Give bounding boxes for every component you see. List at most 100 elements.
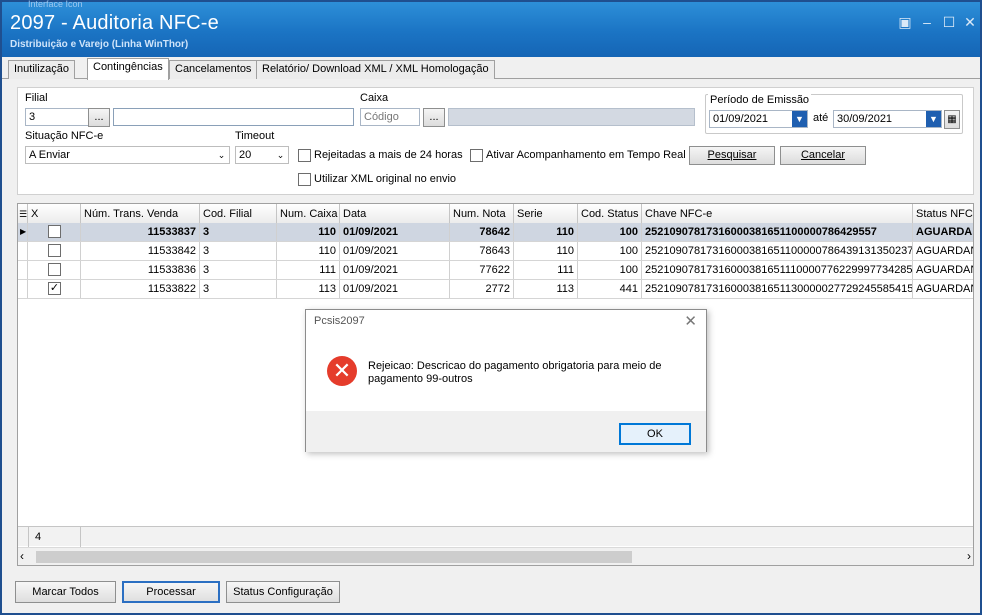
caixa-label: Caixa — [360, 92, 389, 104]
row-select-cell[interactable]: ✓ — [28, 280, 81, 298]
date-to-value: 30/09/2021 — [837, 113, 893, 125]
horizontal-scrollbar[interactable]: ‹ › — [18, 547, 973, 565]
rejeitadas-checkbox[interactable] — [298, 149, 311, 162]
tab-contingencias[interactable]: Contingências — [87, 58, 169, 80]
timeout-value: 20 — [239, 149, 252, 161]
row-checkbox-checked[interactable]: ✓ — [48, 282, 61, 295]
cell-status-nfce: AGUARDAN — [913, 261, 973, 279]
cell-num-nota: 78643 — [450, 242, 514, 260]
marcar-todos-button[interactable]: Marcar Todos — [15, 581, 116, 603]
date-to-dropdown-icon[interactable]: ▼ — [926, 111, 941, 127]
close-icon[interactable]: ✕ — [962, 14, 978, 30]
status-configuracao-button[interactable]: Status Configuração — [226, 581, 340, 603]
row-checkbox[interactable] — [48, 244, 61, 257]
header-num-nota[interactable]: Num. Nota — [450, 204, 514, 224]
tab-cancelamentos[interactable]: Cancelamentos — [169, 60, 258, 79]
restore-icon[interactable]: ▣ — [897, 14, 913, 30]
row-select-cell[interactable] — [28, 242, 81, 260]
cell-num-nota: 2772 — [450, 280, 514, 298]
minimize-icon[interactable]: – — [919, 14, 935, 30]
rejeitadas-label: Rejeitadas a mais de 24 horas — [314, 149, 463, 161]
caixa-browse-button[interactable]: ... — [423, 108, 445, 127]
cell-data: 01/09/2021 — [340, 261, 450, 279]
row-select-cell[interactable] — [28, 261, 81, 279]
cell-data: 01/09/2021 — [340, 280, 450, 298]
cell-trans-venda: 11533822 — [81, 280, 200, 298]
cell-serie: 110 — [514, 242, 578, 260]
cell-trans-venda: 11533836 — [81, 261, 200, 279]
cell-chave-nfce: 2521090781731600038165113000002772924558… — [642, 280, 913, 298]
window-subtitle: Distribuição e Varejo (Linha WinThor) — [10, 39, 189, 50]
header-trans-venda[interactable]: Núm. Trans. Venda — [81, 204, 200, 224]
ok-button[interactable]: OK — [619, 423, 691, 445]
situacao-chevron-down-icon: ⌄ — [217, 150, 226, 160]
grid-header: ☰ X Núm. Trans. Venda Cod. Filial Num. C… — [18, 204, 973, 224]
cell-serie: 111 — [514, 261, 578, 279]
cell-num-caixa: 110 — [277, 242, 340, 260]
table-row[interactable]: ▶ 11533837 3 110 01/09/2021 78642 110 10… — [18, 223, 973, 242]
header-status-nfce[interactable]: Status NFC- — [913, 204, 973, 224]
cell-data: 01/09/2021 — [340, 242, 450, 260]
cell-serie: 110 — [514, 223, 578, 241]
cell-trans-venda: 11533842 — [81, 242, 200, 260]
header-chave-nfce[interactable]: Chave NFC-e — [642, 204, 913, 224]
cancelar-button[interactable]: Cancelar — [780, 146, 866, 165]
scroll-right-icon[interactable]: › — [967, 550, 971, 563]
row-count: 4 — [28, 527, 81, 547]
row-checkbox[interactable] — [48, 263, 61, 276]
filial-browse-button[interactable]: ... — [88, 108, 110, 127]
situacao-label: Situação NFC-e — [25, 130, 104, 142]
header-num-caixa[interactable]: Num. Caixa — [277, 204, 340, 224]
scroll-left-icon[interactable]: ‹ — [20, 550, 24, 563]
timeout-select[interactable]: 20 ⌄ — [235, 146, 289, 164]
filter-panel: Filial 3 ... Caixa Código ... Período de… — [17, 87, 974, 195]
ate-label: até — [813, 112, 829, 124]
dialog-close-icon[interactable]: ✕ — [684, 312, 697, 330]
cell-cod-status: 100 — [578, 242, 642, 260]
row-indicator-cell — [18, 242, 28, 260]
scrollbar-thumb[interactable] — [36, 551, 632, 563]
cell-chave-nfce: 25210907817316000381651100000786429557 — [642, 223, 913, 241]
table-row[interactable]: 11533842 3 110 01/09/2021 78643 110 100 … — [18, 242, 973, 261]
row-indicator-cell — [18, 261, 28, 279]
maximize-icon[interactable]: ☐ — [941, 14, 957, 30]
cell-serie: 113 — [514, 280, 578, 298]
timeout-chevron-down-icon: ⌄ — [276, 150, 285, 160]
periodo-label: Período de Emissão — [708, 94, 812, 106]
cell-num-nota: 77622 — [450, 261, 514, 279]
date-to-input[interactable]: 30/09/2021 ▼ — [833, 110, 942, 128]
timeout-label: Timeout — [235, 130, 275, 142]
row-checkbox[interactable] — [48, 225, 61, 238]
date-from-dropdown-icon[interactable]: ▼ — [792, 111, 807, 127]
cell-chave-nfce: 2521090781731600038165110000078643913135… — [642, 242, 913, 260]
cell-cod-filial: 3 — [200, 261, 277, 279]
pesquisar-button[interactable]: Pesquisar — [689, 146, 775, 165]
filial-label: Filial — [25, 92, 48, 104]
cell-num-nota: 78642 — [450, 223, 514, 241]
header-serie[interactable]: Serie — [514, 204, 578, 224]
column-chooser-icon[interactable]: ☰ — [18, 204, 28, 224]
header-x[interactable]: X — [28, 204, 81, 224]
xml-original-checkbox[interactable] — [298, 173, 311, 186]
header-cod-status[interactable]: Cod. Status — [578, 204, 642, 224]
cell-status-nfce: AGUARDAN — [913, 242, 973, 260]
xml-original-label: Utilizar XML original no envio — [314, 173, 457, 185]
table-row[interactable]: 11533836 3 111 01/09/2021 77622 111 100 … — [18, 261, 973, 280]
date-from-input[interactable]: 01/09/2021 ▼ — [709, 110, 808, 128]
calendar-icon[interactable]: ▦ — [944, 110, 960, 129]
caixa-input[interactable]: Código — [360, 108, 420, 126]
acompanhamento-checkbox[interactable] — [470, 149, 483, 162]
header-data[interactable]: Data — [340, 204, 450, 224]
situacao-value: A Enviar — [29, 149, 70, 161]
window-title: 2097 - Auditoria NFC-e — [10, 12, 219, 34]
tab-relatorio-xml[interactable]: Relatório/ Download XML / XML Homologaçã… — [256, 60, 495, 79]
situacao-select[interactable]: A Enviar ⌄ — [25, 146, 230, 164]
header-cod-filial[interactable]: Cod. Filial — [200, 204, 277, 224]
processar-button[interactable]: Processar — [122, 581, 220, 603]
title-bar-faint-text: Interface Icon — [28, 0, 83, 9]
cell-data: 01/09/2021 — [340, 223, 450, 241]
table-row[interactable]: ✓ 11533822 3 113 01/09/2021 2772 113 441… — [18, 280, 973, 299]
caixa-description-field — [448, 108, 695, 126]
row-select-cell[interactable] — [28, 223, 81, 241]
tab-inutilizacao[interactable]: Inutilização — [8, 60, 76, 79]
